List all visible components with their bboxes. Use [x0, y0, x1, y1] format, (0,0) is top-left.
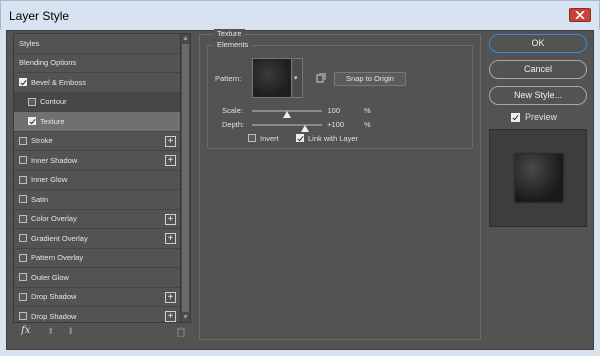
style-item-label: Outer Glow [31, 272, 69, 282]
link-with-layer-label: Link with Layer [308, 134, 359, 143]
new-style-button[interactable]: New Style... [489, 86, 587, 105]
style-item-label: Gradient Overlay [31, 233, 88, 243]
styles-list: Styles Blending Options Bevel & Emboss Cont… [13, 33, 181, 323]
color-overlay-checkbox[interactable] [19, 214, 27, 223]
move-up-icon[interactable]: ⬆ [47, 326, 55, 337]
satin-checkbox[interactable] [19, 195, 27, 203]
style-item-label: Drop Shadow [31, 311, 77, 321]
depth-percent: % [364, 120, 371, 129]
pattern-label: Pattern: [215, 74, 242, 83]
chevron-down-icon: ▾ [294, 75, 298, 82]
drop-shadow-checkbox[interactable] [19, 292, 27, 301]
style-item-stroke[interactable]: Stroke + [14, 132, 180, 151]
snap-to-origin-button[interactable]: Snap to Origin [334, 72, 406, 86]
style-item-label: Inner Shadow [31, 155, 78, 165]
contour-checkbox[interactable] [28, 97, 36, 106]
style-item-satin[interactable]: Satin [14, 190, 180, 210]
fx-menu-icon[interactable]: fx [21, 325, 30, 336]
scroll-up-icon[interactable]: ▲ [182, 35, 189, 43]
elements-title: Elements [214, 40, 252, 49]
scroll-down-icon[interactable]: ▼ [182, 314, 189, 322]
style-item-gradient-overlay[interactable]: Gradient Overlay + [14, 229, 180, 249]
style-item-contour[interactable]: Contour [14, 92, 180, 112]
pattern-picker-dropdown[interactable]: ▾ [293, 58, 303, 98]
style-item-drop-shadow[interactable]: Drop Shadow + [14, 307, 180, 322]
close-button[interactable] [569, 8, 591, 22]
style-item-label: Pattern Overlay [31, 253, 84, 263]
style-item-outer-glow[interactable]: Outer Glow [14, 268, 180, 288]
style-item-bevel-emboss[interactable]: Bevel & Emboss [14, 73, 180, 93]
inner-shadow-checkbox[interactable] [19, 156, 27, 164]
ok-button[interactable]: OK [489, 34, 587, 53]
outer-glow-checkbox[interactable] [19, 273, 27, 281]
scale-label: Scale: [222, 106, 243, 115]
preview-label: Preview [525, 112, 558, 122]
style-item-label: Stroke [31, 136, 53, 146]
add-stroke-icon[interactable]: + [165, 135, 176, 147]
style-preview [489, 129, 587, 227]
add-inner-shadow-icon[interactable]: + [165, 155, 176, 166]
style-item-drop-shadow[interactable]: Drop Shadow + [14, 288, 180, 307]
invert-label: Invert [260, 134, 279, 143]
pattern-swatch[interactable] [252, 58, 292, 98]
depth-slider-knob[interactable] [300, 125, 309, 132]
style-item-label: Drop Shadow [31, 292, 77, 302]
style-item-label: Contour [40, 97, 67, 107]
scale-input[interactable]: 100 [306, 105, 340, 116]
style-item-label: Satin [31, 194, 49, 204]
add-drop-shadow-icon[interactable]: + [165, 311, 176, 322]
styles-scrollbar[interactable]: ▲ ▼ [181, 33, 191, 323]
drop-shadow-checkbox[interactable] [19, 312, 27, 320]
texture-group-title: Texture [214, 29, 245, 38]
style-item-label: Inner Glow [31, 175, 68, 185]
style-item-color-overlay[interactable]: Color Overlay + [14, 210, 180, 229]
title-bar: Layer Style [0, 0, 600, 30]
add-drop-shadow-icon[interactable]: + [165, 291, 176, 303]
style-item-inner-shadow[interactable]: Inner Shadow + [14, 151, 180, 171]
style-item-label: Bevel & Emboss [31, 77, 87, 87]
bevel-emboss-checkbox[interactable] [19, 78, 27, 86]
inner-glow-checkbox[interactable] [19, 175, 27, 184]
close-icon [575, 11, 585, 19]
gradient-overlay-checkbox[interactable] [19, 234, 27, 242]
preview-checkbox[interactable] [511, 113, 520, 122]
link-with-layer-checkbox[interactable] [296, 134, 304, 142]
scroll-thumb[interactable] [182, 44, 189, 312]
move-down-icon[interactable]: ⬇ [67, 326, 75, 337]
styles-panel: Styles Blending Options Bevel & Emboss Cont… [13, 33, 191, 356]
texture-checkbox[interactable] [28, 117, 36, 125]
dialog-body: Styles Blending Options Bevel & Emboss Cont… [6, 29, 594, 350]
style-item-styles[interactable]: Styles [14, 34, 180, 54]
add-gradient-overlay-icon[interactable]: + [165, 233, 176, 244]
style-item-label: Texture [40, 116, 65, 126]
depth-label: Depth: [222, 120, 245, 129]
scale-slider-knob[interactable] [283, 111, 291, 118]
window-title: Layer Style [9, 9, 70, 23]
scale-percent: % [364, 106, 371, 115]
trash-icon[interactable] [177, 327, 185, 337]
stroke-checkbox[interactable] [19, 136, 27, 145]
styles-footer: fx ⬆ ⬇ [13, 325, 191, 341]
style-item-blending-options[interactable]: Blending Options [14, 54, 180, 73]
style-item-label: Blending Options [19, 58, 77, 68]
new-preset-icon[interactable] [316, 73, 326, 83]
texture-group: Texture Elements Pattern: ▾ Snap to Orig… [199, 29, 481, 340]
style-item-pattern-overlay[interactable]: Pattern Overlay [14, 249, 180, 268]
style-item-label: Styles [19, 38, 40, 48]
add-color-overlay-icon[interactable]: + [165, 213, 176, 225]
preview-thumbnail [515, 154, 563, 202]
style-item-inner-glow[interactable]: Inner Glow [14, 171, 180, 190]
depth-input[interactable]: +100 [310, 119, 344, 130]
style-item-label: Color Overlay [31, 214, 77, 224]
pattern-overlay-checkbox[interactable] [19, 253, 27, 262]
invert-checkbox[interactable] [248, 134, 256, 142]
elements-section: Elements Pattern: ▾ Snap to Origin Scale… [207, 40, 473, 149]
cancel-button[interactable]: Cancel [489, 60, 587, 79]
style-item-texture[interactable]: Texture [14, 112, 180, 132]
